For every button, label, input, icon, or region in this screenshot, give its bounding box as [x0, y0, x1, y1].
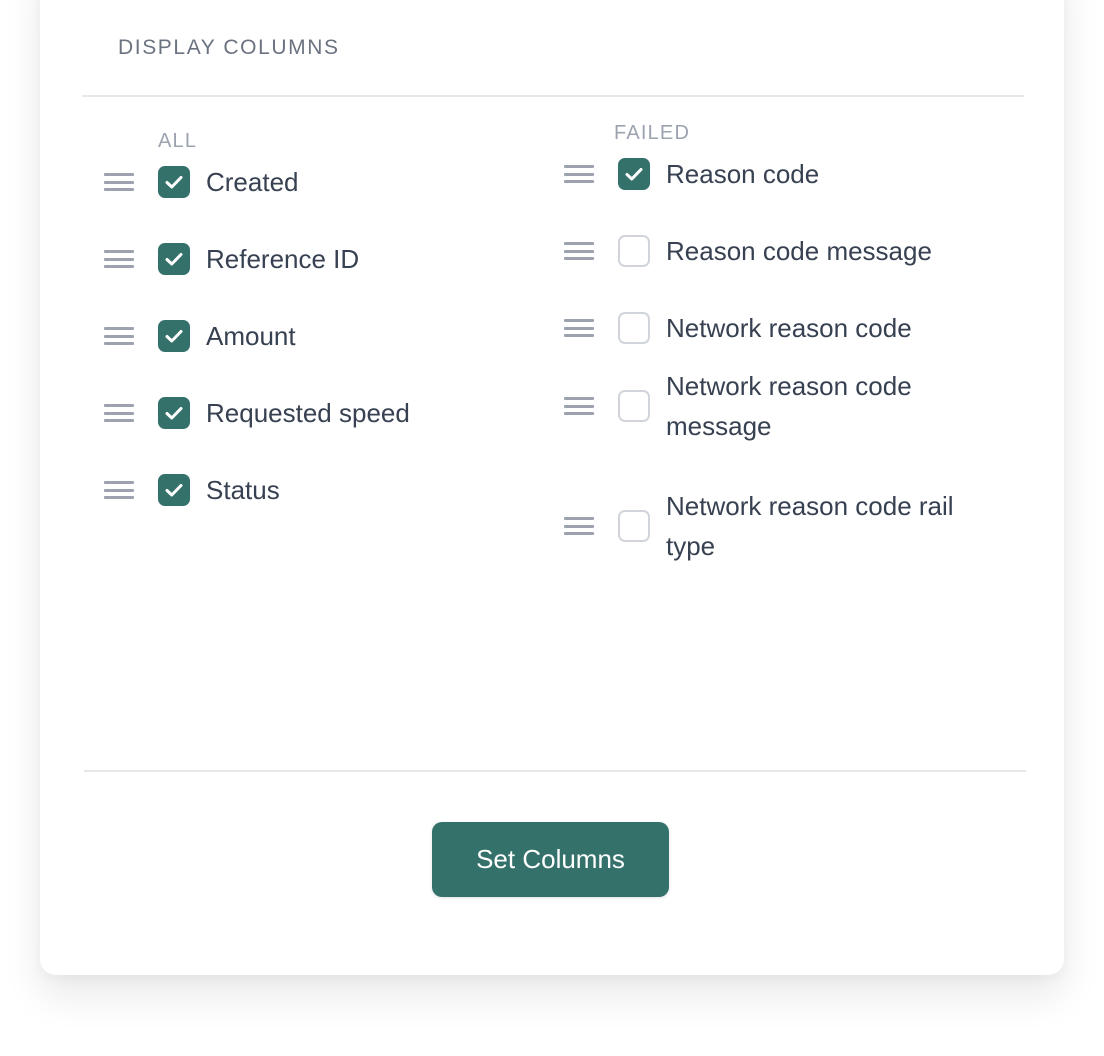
column-checkbox[interactable]	[158, 320, 190, 352]
group-header-all: ALL	[158, 130, 198, 152]
column-checkbox[interactable]	[618, 390, 650, 422]
checkmark-icon	[165, 253, 183, 266]
drag-handle-icon[interactable]	[564, 242, 594, 260]
footer-divider	[84, 770, 1026, 772]
checkmark-icon	[165, 176, 183, 189]
drag-handle-icon[interactable]	[104, 250, 134, 268]
column-checkbox[interactable]	[618, 510, 650, 542]
column-option-network-reason-code-message[interactable]: Network reason code message	[564, 366, 1006, 446]
column-label: Network reason code	[666, 313, 912, 343]
column-option-status[interactable]: Status	[104, 470, 280, 510]
drag-handle-icon[interactable]	[564, 165, 594, 183]
column-label: Network reason code rail type	[666, 491, 954, 561]
checkmark-icon	[165, 330, 183, 343]
column-option-network-reason-code[interactable]: Network reason code	[564, 308, 912, 348]
drag-handle-icon[interactable]	[564, 319, 594, 337]
column-label: Status	[206, 475, 280, 505]
column-checkbox[interactable]	[618, 158, 650, 190]
column-checkbox[interactable]	[158, 397, 190, 429]
column-label: Reason code	[666, 159, 820, 189]
column-option-created[interactable]: Created	[104, 162, 299, 202]
column-checkbox[interactable]	[618, 312, 650, 344]
column-label: Amount	[206, 321, 296, 351]
drag-handle-icon[interactable]	[104, 481, 134, 499]
column-option-reason-code[interactable]: Reason code	[564, 154, 819, 194]
checkmark-icon	[625, 168, 643, 181]
drag-handle-icon[interactable]	[564, 397, 594, 415]
column-option-amount[interactable]: Amount	[104, 316, 296, 356]
column-checkbox[interactable]	[158, 166, 190, 198]
column-label: Reference ID	[206, 244, 360, 274]
group-header-failed: FAILED	[614, 122, 691, 144]
drag-handle-icon[interactable]	[104, 173, 134, 191]
drag-handle-icon[interactable]	[104, 327, 134, 345]
checkmark-icon	[165, 407, 183, 420]
display-columns-panel: DISPLAY COLUMNS ALL Created Reference ID	[40, 0, 1064, 975]
drag-handle-icon[interactable]	[104, 404, 134, 422]
column-option-requested-speed[interactable]: Requested speed	[104, 393, 410, 433]
column-label: Created	[206, 167, 299, 197]
column-option-reference-id[interactable]: Reference ID	[104, 239, 359, 279]
column-checkbox[interactable]	[158, 243, 190, 275]
set-columns-button[interactable]: Set Columns	[432, 822, 669, 897]
column-checkbox[interactable]	[158, 474, 190, 506]
header-divider	[82, 95, 1024, 97]
column-option-reason-code-message[interactable]: Reason code message	[564, 231, 932, 271]
checkmark-icon	[165, 484, 183, 497]
column-checkbox[interactable]	[618, 235, 650, 267]
column-label: Network reason code message	[666, 371, 912, 441]
panel-title: DISPLAY COLUMNS	[118, 36, 340, 59]
column-label: Requested speed	[206, 398, 410, 428]
column-label: Reason code message	[666, 236, 932, 266]
drag-handle-icon[interactable]	[564, 517, 594, 535]
column-option-network-reason-code-rail-type[interactable]: Network reason code rail type	[564, 486, 1006, 566]
